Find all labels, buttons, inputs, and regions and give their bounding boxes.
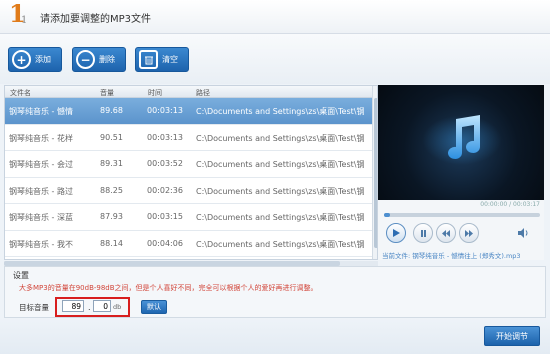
music-note-icon [448, 115, 480, 159]
now-playing-text: 当前文件: 钢琴纯音乐 - 憾情往上 (郑秀文).mp3 [382, 252, 521, 260]
decimal-dot: . [88, 303, 91, 312]
step-number-badge: 1 1 [6, 0, 32, 32]
toolbar: + 添加 − 删除 清空 [0, 34, 550, 84]
cell-time: 00:04:06 [147, 238, 183, 248]
table-row[interactable]: 钢琴纯音乐 - 路过 88.25 00:02:36 C:\Documents and … [5, 178, 377, 204]
rewind-icon [442, 229, 450, 237]
clear-button-label: 清空 [162, 55, 178, 64]
trash-icon [139, 50, 158, 69]
plus-icon: + [12, 50, 31, 69]
previous-button[interactable] [436, 223, 456, 243]
db-unit-label: db [113, 303, 122, 311]
cell-filename: 钢琴纯音乐 - 路过 [9, 186, 73, 196]
seek-bar[interactable] [384, 213, 540, 217]
column-header-time[interactable]: 时间 [148, 88, 162, 98]
column-header-filename[interactable]: 文件名 [10, 88, 31, 98]
column-header-volume[interactable]: 音量 [100, 88, 114, 98]
delete-button-label: 删除 [99, 55, 115, 64]
cell-filename: 钢琴纯音乐 - 我不 [9, 239, 73, 249]
time-display: 00:00:00 / 00:03:17 [480, 201, 540, 208]
media-player: 00:00:00 / 00:03:17 当前文件: 钢琴纯音乐 - 憾情往上 (… [378, 85, 544, 260]
header-bar: 1 1 请添加要调整的MP3文件 [0, 0, 550, 34]
cell-volume: 89.31 [100, 159, 123, 168]
cell-volume: 90.51 [100, 132, 123, 142]
list-rows: 钢琴纯音乐 - 憾情 89.68 00:03:13 C:\Documents and … [5, 98, 377, 257]
cell-path: C:\Documents and Settings\zs\桌面\Test\钢 [196, 133, 365, 143]
table-row[interactable]: 钢琴纯音乐 - 我不 88.14 00:04:06 C:\Documents and … [5, 231, 377, 257]
list-header: 文件名 音量 时间 路径 [5, 86, 377, 98]
page-title: 请添加要调整的MP3文件 [40, 14, 152, 25]
volume-icon[interactable] [517, 227, 529, 239]
volume-integer-input[interactable] [62, 300, 84, 312]
volume-decimal-input[interactable] [93, 300, 111, 312]
clear-button[interactable]: 清空 [135, 47, 189, 72]
default-button[interactable]: 默认 [141, 300, 167, 314]
cell-filename: 钢琴纯音乐 - 花样 [9, 133, 73, 143]
footer-bar: 开始调节 [0, 318, 550, 354]
add-button-label: 添加 [35, 55, 51, 64]
cell-time: 00:03:13 [147, 106, 183, 115]
column-header-path[interactable]: 路径 [196, 88, 210, 98]
cell-path: C:\Documents and Settings\zs\桌面\Test\钢 [196, 239, 365, 249]
pause-icon [420, 229, 426, 237]
cell-time: 00:03:13 [147, 132, 183, 142]
settings-description: 大多MP3的音量在90dB-98dB之间，但是个人喜好不同，完全可以根据个人的爱… [19, 284, 318, 292]
pause-button[interactable] [413, 223, 433, 243]
settings-panel: 设置 大多MP3的音量在90dB-98dB之间，但是个人喜好不同，完全可以根据个… [4, 266, 546, 318]
table-row[interactable]: 钢琴纯音乐 - 憾情 89.68 00:03:13 C:\Documents and … [5, 98, 377, 125]
delete-button[interactable]: − 删除 [72, 47, 126, 72]
forward-icon [465, 229, 473, 237]
cell-filename: 钢琴纯音乐 - 憾情 [9, 107, 73, 116]
play-icon [393, 229, 400, 237]
target-volume-label: 目标音量 [19, 303, 49, 312]
table-row[interactable]: 钢琴纯音乐 - 深蓝 87.93 00:03:15 C:\Documents and … [5, 204, 377, 231]
start-adjust-button[interactable]: 开始调节 [484, 326, 540, 346]
cell-path: C:\Documents and Settings\zs\桌面\Test\钢 [196, 186, 365, 196]
seek-bar-fill [384, 213, 391, 217]
player-screen [378, 85, 544, 200]
cell-volume: 87.93 [100, 212, 123, 221]
cell-time: 00:03:15 [147, 212, 183, 221]
next-button[interactable] [459, 223, 479, 243]
cell-time: 00:03:52 [147, 159, 183, 168]
cell-path: C:\Documents and Settings\zs\桌面\Test\钢 [196, 213, 365, 222]
add-button[interactable]: + 添加 [8, 47, 62, 72]
table-row[interactable]: 钢琴纯音乐 - 花样 90.51 00:03:13 C:\Documents and … [5, 125, 377, 151]
cell-filename: 钢琴纯音乐 - 会过 [9, 160, 73, 169]
cell-volume: 88.25 [100, 185, 123, 195]
minus-icon: − [76, 50, 95, 69]
settings-title: 设置 [13, 271, 29, 280]
file-list[interactable]: 文件名 音量 时间 路径 钢琴纯音乐 - 憾情 89.68 00:03:13 C:\D… [4, 85, 378, 260]
table-row[interactable]: 钢琴纯音乐 - 会过 89.31 00:03:52 C:\Documents and … [5, 151, 377, 178]
cell-time: 00:02:36 [147, 185, 183, 195]
play-button[interactable] [386, 223, 406, 243]
cell-path: C:\Documents and Settings\zs\桌面\Test\钢 [196, 107, 365, 116]
cell-path: C:\Documents and Settings\zs\桌面\Test\钢 [196, 160, 365, 169]
step-total: 1 [21, 15, 28, 26]
cell-volume: 89.68 [100, 106, 123, 115]
cell-filename: 钢琴纯音乐 - 深蓝 [9, 213, 73, 222]
cell-volume: 88.14 [100, 238, 123, 248]
